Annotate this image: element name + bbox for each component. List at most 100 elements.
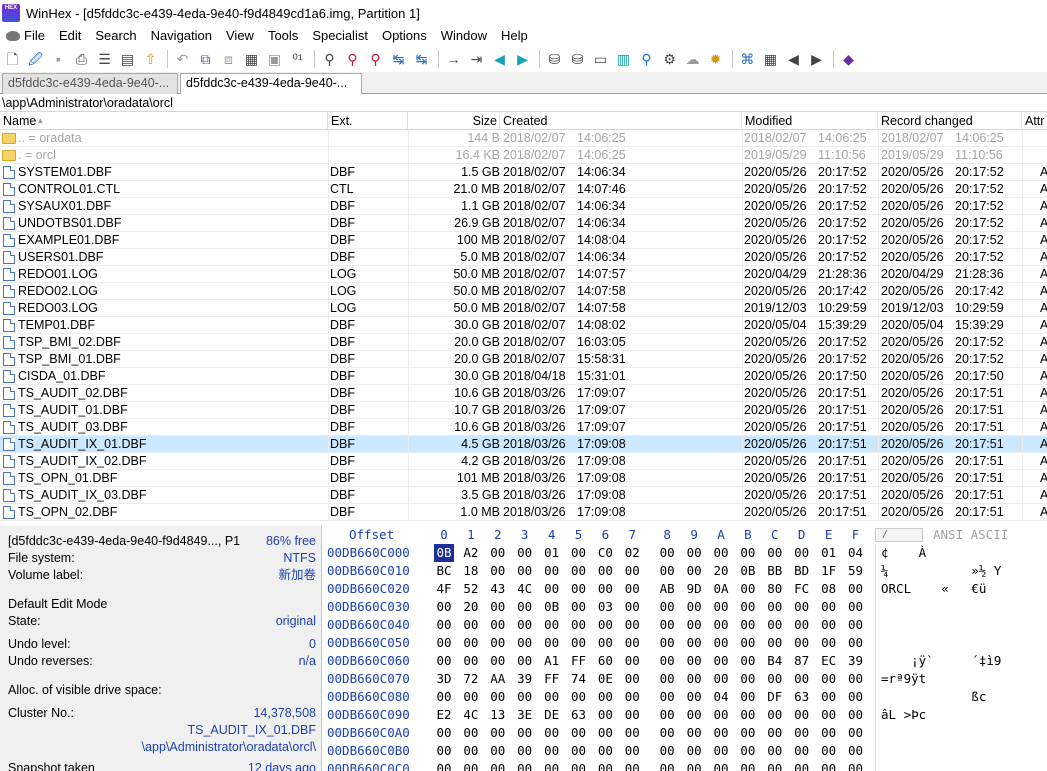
hex-byte[interactable]: 00 [434,742,454,760]
hex-byte[interactable]: 00 [846,616,866,634]
menu-edit[interactable]: Edit [52,28,88,43]
hex-byte[interactable]: 00 [738,544,758,562]
hex-byte[interactable]: BB [765,562,785,580]
hex-ascii-text[interactable]: âL >Þc [881,706,926,724]
ansi-ascii-header[interactable]: ANSI ASCII [933,526,1008,544]
hex-byte[interactable]: 00 [488,544,508,562]
play-back-icon[interactable]: ◀ [785,51,802,68]
file-row[interactable]: TS_AUDIT_02.DBF DBF 10.6 GB 2018/03/26 17:09… [0,385,1047,402]
hex-byte[interactable]: 00 [488,724,508,742]
hex-byte[interactable]: 00 [711,706,731,724]
hex-byte[interactable]: EC [819,652,839,670]
hex-byte[interactable]: 00 [461,688,481,706]
menu-help[interactable]: Help [494,28,535,43]
hex-ascii-text[interactable]: ¡ÿ` ´‡ì9 [881,652,1001,670]
calculator-icon[interactable]: ▥ [615,51,632,68]
hex-byte[interactable]: 00 [569,724,589,742]
hex-byte[interactable]: 80 [765,580,785,598]
replace-hex-icon[interactable]: ↹ [413,51,430,68]
hex-editor[interactable]: Offset 0123456789ABCDEF / ANSI ASCII 00D… [323,526,1047,771]
tab-document-1[interactable]: d5fddc3c-e439-4eda-9e40-... [2,73,178,94]
hex-byte[interactable]: 00 [765,634,785,652]
hex-byte[interactable]: 20 [711,562,731,580]
file-row[interactable]: TEMP01.DBF DBF 30.0 GB 2018/02/07 14:08:02 20… [0,317,1047,334]
hex-byte[interactable]: 00 [738,580,758,598]
hex-byte[interactable]: A2 [461,544,481,562]
hex-byte[interactable]: 00 [684,544,704,562]
hex-byte[interactable]: 00 [569,598,589,616]
hex-byte[interactable]: 00 [657,742,677,760]
file-row[interactable]: REDO02.LOG LOG 50.0 MB 2018/02/07 14:07:58 20… [0,283,1047,300]
menu-file[interactable]: File [0,28,52,43]
save-icon[interactable]: ▪ [50,51,67,68]
hex-byte[interactable]: E2 [434,706,454,724]
hex-byte[interactable]: B4 [765,652,785,670]
hex-byte[interactable]: 00 [846,634,866,652]
hex-byte[interactable]: 3E [515,706,535,724]
file-row[interactable]: TSP_BMI_01.DBF DBF 20.0 GB 2018/02/07 15:58:… [0,351,1047,368]
hex-byte[interactable]: 00 [488,742,508,760]
disk-open-icon[interactable]: ⛁ [569,51,586,68]
hex-data-icon[interactable]: ⁰¹ [289,51,306,68]
hex-byte[interactable]: 00 [461,760,481,771]
hex-byte[interactable]: AA [488,670,508,688]
hex-byte[interactable]: 00 [738,724,758,742]
hex-byte[interactable]: 63 [569,706,589,724]
hex-byte[interactable]: 00 [684,634,704,652]
analyze-icon[interactable]: ⚲ [638,51,655,68]
file-row[interactable]: REDO01.LOG LOG 50.0 MB 2018/02/07 14:07:57 20… [0,266,1047,283]
file-row[interactable]: EXAMPLE01.DBF DBF 100 MB 2018/02/07 14:08:04… [0,232,1047,249]
hex-byte[interactable]: FF [569,652,589,670]
hex-byte[interactable]: 87 [792,652,812,670]
hex-byte[interactable]: 00 [657,670,677,688]
hex-ascii-text[interactable]: ¼ »½ Y [881,562,1001,580]
hex-byte[interactable]: 00 [569,580,589,598]
hex-offset[interactable]: 00DB660C080 [327,688,410,706]
hex-byte[interactable]: 0A [711,580,731,598]
hex-byte[interactable]: 00 [595,634,615,652]
hex-byte[interactable]: 00 [684,742,704,760]
hex-offset[interactable]: 00DB660C000 [327,544,410,562]
hex-byte[interactable]: 00 [657,616,677,634]
hex-byte[interactable]: 00 [765,742,785,760]
file-row[interactable]: UNDOTBS01.DBF DBF 26.9 GB 2018/02/07 14:06:3… [0,215,1047,232]
hex-byte[interactable]: 00 [515,544,535,562]
hex-byte[interactable]: 00 [711,724,731,742]
hex-byte[interactable]: 00 [569,742,589,760]
tab-document-2[interactable]: d5fddc3c-e439-4eda-9e40-... [180,73,362,95]
hex-byte[interactable]: 00 [569,544,589,562]
file-row[interactable]: TS_AUDIT_IX_02.DBF DBF 4.2 GB 2018/03/26 17:… [0,453,1047,470]
hex-byte[interactable]: 00 [792,616,812,634]
hex-byte[interactable]: 00 [738,652,758,670]
hex-ascii-text[interactable]: ¢ À [881,544,926,562]
hex-byte[interactable]: 00 [461,634,481,652]
hex-byte[interactable]: 00 [738,742,758,760]
hex-byte[interactable]: 00 [488,634,508,652]
hex-cursor-byte[interactable]: 0B [434,544,454,562]
file-row[interactable]: SYSAUX01.DBF DBF 1.1 GB 2018/02/07 14:06:34 2… [0,198,1047,215]
hex-byte[interactable]: 00 [622,634,642,652]
replace-text-icon[interactable]: ↹ [390,51,407,68]
file-row[interactable]: USERS01.DBF DBF 5.0 MB 2018/02/07 14:06:34 20… [0,249,1047,266]
hex-byte[interactable]: 4F [434,580,454,598]
hex-byte[interactable]: 00 [684,706,704,724]
bug-icon[interactable]: ✹ [707,51,724,68]
hex-byte[interactable]: 00 [792,706,812,724]
hex-byte[interactable]: 00 [622,724,642,742]
hex-byte[interactable]: 00 [819,742,839,760]
hex-byte[interactable]: 63 [792,688,812,706]
hex-byte[interactable]: 00 [765,724,785,742]
goto-offset-icon[interactable]: → [445,51,462,68]
hex-byte[interactable]: 00 [738,634,758,652]
file-row[interactable]: TS_OPN_02.DBF DBF 1.0 MB 2018/03/26 17:09:08… [0,504,1047,521]
hex-byte[interactable]: 00 [765,706,785,724]
hex-byte[interactable]: 00 [684,598,704,616]
hex-byte[interactable]: 00 [488,598,508,616]
hex-offset[interactable]: 00DB660C020 [327,580,410,598]
hex-byte[interactable]: 00 [622,760,642,771]
hex-byte[interactable]: 00 [488,616,508,634]
hex-byte[interactable]: 00 [595,616,615,634]
back-icon[interactable]: ◀ [491,51,508,68]
hex-byte[interactable]: 00 [515,742,535,760]
hex-offset[interactable]: 00DB660C0C0 [327,760,410,771]
